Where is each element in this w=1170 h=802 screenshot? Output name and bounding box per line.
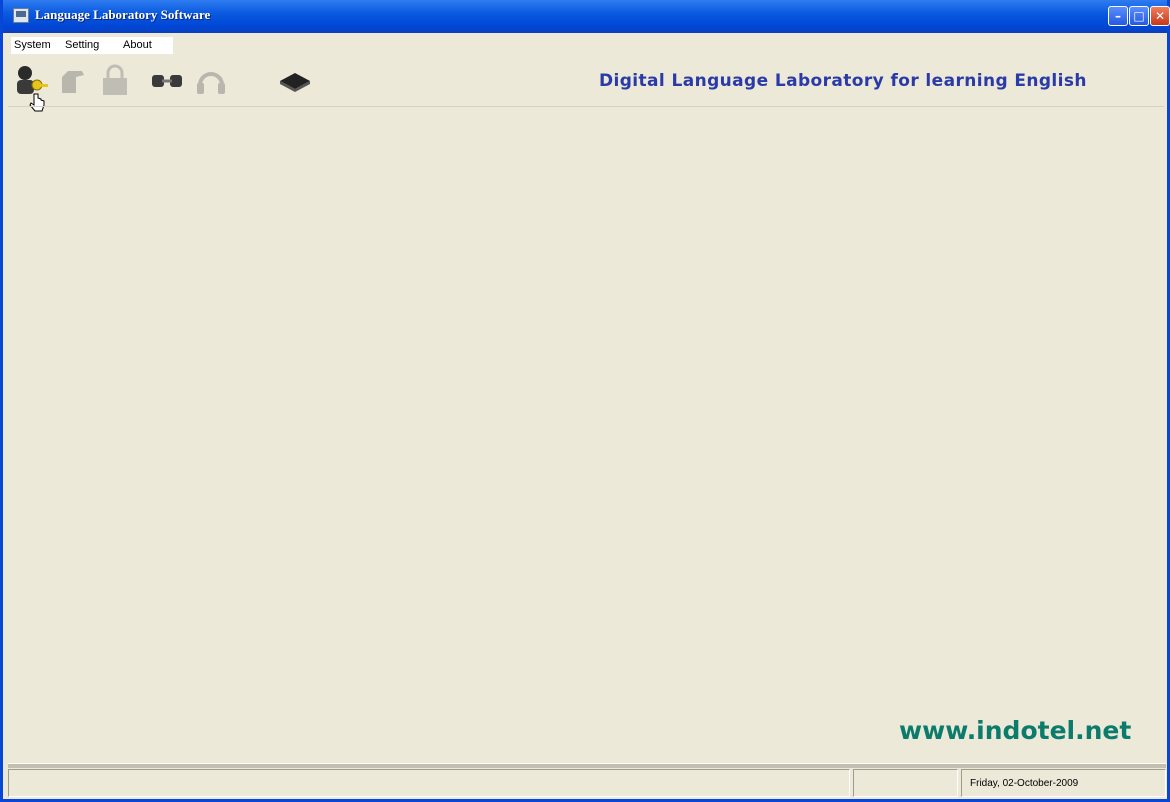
title-bar[interactable]: Language Laboratory Software – □ ✕ bbox=[3, 0, 1170, 33]
hand-icon bbox=[62, 71, 84, 93]
headset-icon bbox=[197, 72, 225, 94]
lock-button[interactable] bbox=[95, 62, 133, 98]
app-tagline: Digital Language Laboratory for learning… bbox=[599, 71, 1087, 91]
status-bar: Friday, 02-October-2009 bbox=[8, 769, 1166, 799]
menu-about[interactable]: About bbox=[123, 39, 152, 51]
status-divider bbox=[8, 763, 1166, 768]
maximize-button[interactable]: □ bbox=[1129, 6, 1149, 26]
website-link[interactable]: www.indotel.net bbox=[899, 716, 1131, 745]
status-panel-main bbox=[8, 769, 850, 797]
menu-bar: System Setting About bbox=[11, 37, 173, 54]
app-icon[interactable] bbox=[13, 8, 29, 23]
headset-button[interactable] bbox=[191, 62, 229, 98]
chip-icon bbox=[280, 73, 310, 92]
close-button[interactable]: ✕ bbox=[1150, 6, 1170, 26]
menu-system[interactable]: System bbox=[14, 39, 51, 51]
status-panel-date: Friday, 02-October-2009 bbox=[961, 769, 1166, 797]
toolbar bbox=[11, 58, 371, 102]
status-date: Friday, 02-October-2009 bbox=[970, 778, 1079, 789]
hand-cursor-icon bbox=[29, 93, 45, 112]
connect-button[interactable] bbox=[147, 62, 185, 98]
window-title: Language Laboratory Software bbox=[35, 7, 211, 22]
status-panel-middle bbox=[853, 769, 958, 797]
toolbar-divider bbox=[8, 106, 1164, 107]
hand-raise-button[interactable] bbox=[53, 62, 91, 98]
menu-setting[interactable]: Setting bbox=[65, 39, 99, 51]
connect-icon bbox=[152, 75, 182, 87]
device-button[interactable] bbox=[275, 62, 313, 98]
lock-icon bbox=[103, 64, 127, 95]
minimize-button[interactable]: – bbox=[1108, 6, 1128, 26]
app-window: Language Laboratory Software – □ ✕ Syste… bbox=[0, 0, 1170, 802]
